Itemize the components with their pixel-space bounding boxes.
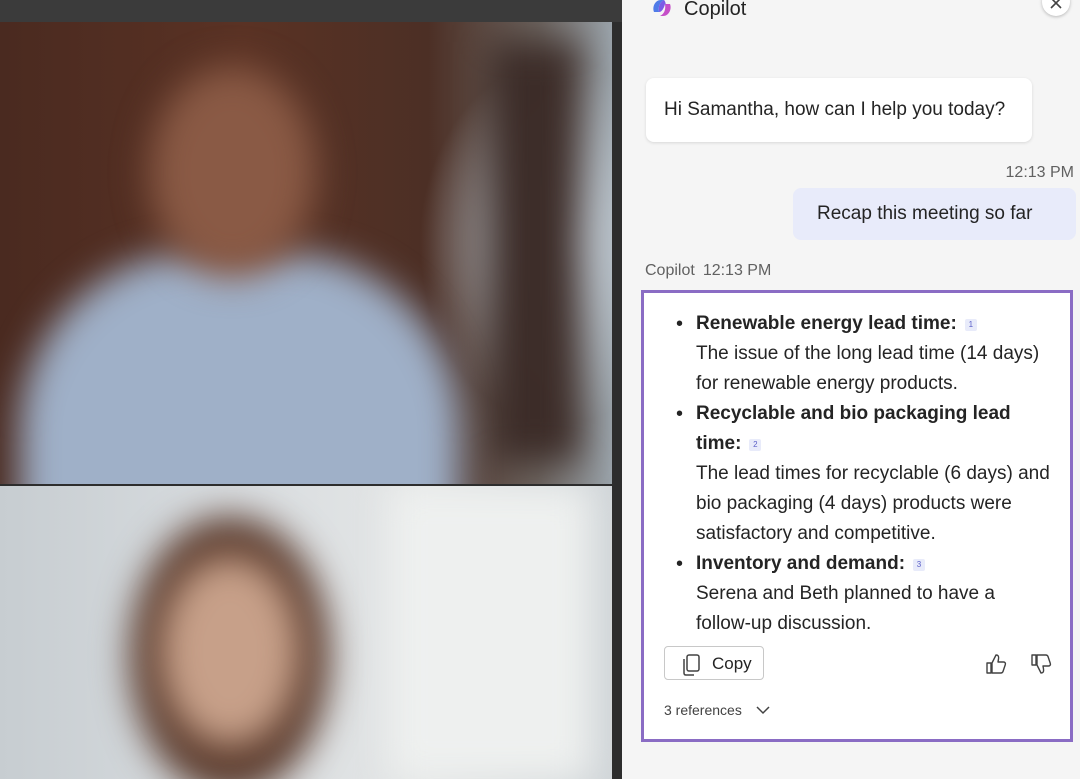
user-message-bubble: Recap this meeting so far [793, 188, 1076, 240]
user-message-text: Recap this meeting so far [817, 203, 1033, 224]
copy-button[interactable]: Copy [664, 646, 764, 680]
recap-list: Renewable energy lead time: 1 The issue o… [674, 309, 1054, 639]
participant-video-tile-2[interactable] [0, 486, 612, 779]
item-heading: Inventory and demand: [696, 553, 906, 574]
meeting-video-area [0, 0, 622, 779]
participant-video-tile-1[interactable] [0, 22, 612, 484]
list-item: Recyclable and bio packaging lead time:2… [674, 399, 1054, 549]
references-toggle[interactable]: 3 references [664, 702, 770, 718]
citation-marker[interactable]: 1 [964, 319, 977, 331]
close-button[interactable] [1042, 0, 1070, 16]
user-message-timestamp: 12:13 PM [1005, 164, 1074, 181]
thumbs-up-icon[interactable] [985, 653, 1007, 679]
participant-2-face [160, 556, 300, 746]
item-detail: The issue of the long lead time (14 days… [696, 343, 1040, 394]
copilot-response-card: Renewable energy lead time: 1 The issue o… [641, 290, 1073, 742]
copilot-panel: Copilot Hi Samantha, how can I help you … [622, 0, 1080, 779]
item-detail: Serena and Beth planned to have a follow… [696, 583, 995, 634]
copilot-message-meta: Copilot 12:13 PM [645, 262, 771, 280]
citation-marker[interactable]: 2 [749, 439, 762, 451]
copilot-logo-icon [650, 0, 674, 18]
item-heading: Renewable energy lead time: [696, 313, 957, 334]
references-label: 3 references [664, 702, 742, 718]
copy-icon [683, 654, 700, 676]
panel-title: Copilot [684, 0, 747, 20]
participant-1-head [150, 67, 315, 277]
participant-1-body [20, 252, 460, 484]
panel-header: Copilot [622, 0, 1080, 28]
item-detail: The lead times for recyclable (6 days) a… [696, 463, 1050, 544]
chevron-down-icon [756, 706, 770, 715]
background-window [390, 486, 590, 779]
background-shelf [490, 42, 580, 462]
video-top-bar [0, 0, 622, 22]
bot-message-timestamp: 12:13 PM [702, 262, 772, 279]
copilot-greeting-message: Hi Samantha, how can I help you today? [646, 78, 1032, 142]
copy-label: Copy [712, 654, 752, 673]
thumbs-down-icon[interactable] [1030, 653, 1052, 679]
close-icon [1050, 0, 1062, 9]
citation-marker[interactable]: 3 [913, 559, 926, 571]
item-heading: Recyclable and bio packaging lead time: [696, 403, 1011, 454]
greeting-text: Hi Samantha, how can I help you today? [664, 99, 1006, 120]
list-item: Renewable energy lead time: 1 The issue o… [674, 309, 1054, 399]
bot-sender-name: Copilot [645, 262, 695, 279]
list-item: Inventory and demand: 3 Serena and Beth p… [674, 549, 1054, 639]
